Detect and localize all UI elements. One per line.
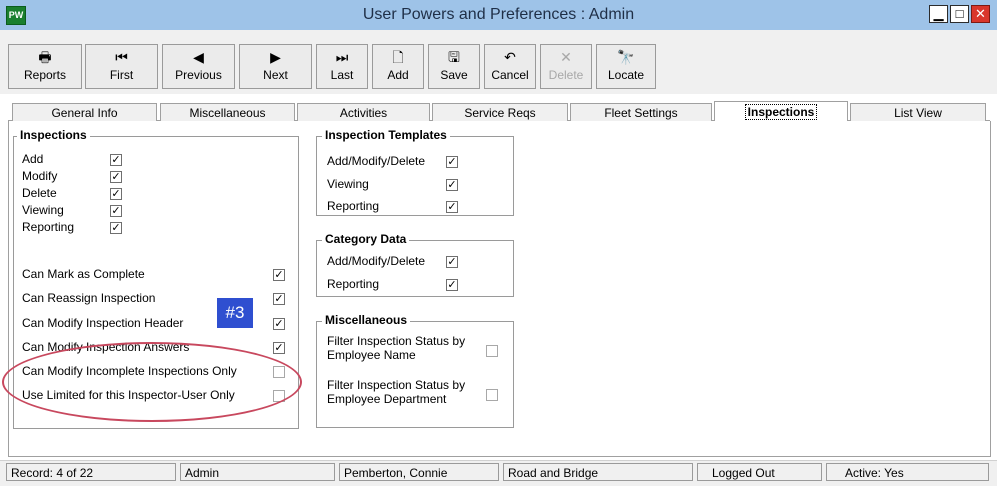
binoculars-icon: 🔭 <box>617 49 635 65</box>
previous-button-label: Previous <box>175 68 222 82</box>
can-modify-inspection-answers-checkbox[interactable]: ✓ <box>273 342 285 354</box>
templates-viewing-label: Viewing <box>327 177 369 191</box>
misc-filter-label: Filter Inspection Status by <box>327 378 466 392</box>
previous-record-icon: ◀ <box>193 49 204 65</box>
tab-fleet-settings[interactable]: Fleet Settings <box>570 103 712 121</box>
filter-by-employee-department-checkbox[interactable] <box>486 389 498 401</box>
status-login-state: Logged Out <box>697 463 822 481</box>
status-active-flag: Active: Yes <box>826 463 989 481</box>
minimize-button[interactable]: ▁ <box>929 5 948 23</box>
next-button[interactable]: ▶ Next <box>239 44 312 89</box>
tab-label: General Info <box>51 106 118 120</box>
inspection-templates-group-title: Inspection Templates <box>322 128 450 142</box>
status-employee: Pemberton, Connie <box>339 463 499 481</box>
annotation-badge: #3 <box>217 298 253 328</box>
close-button[interactable]: ✕ <box>971 5 990 23</box>
first-button-label: First <box>109 68 134 82</box>
category-add-modify-delete-checkbox[interactable]: ✓ <box>446 256 458 268</box>
add-button[interactable]: 🗋 Add <box>372 44 424 89</box>
inspections-viewing-checkbox[interactable]: ✓ <box>110 205 122 217</box>
status-record-count: Record: 4 of 22 <box>6 463 176 481</box>
inspections-delete-label: Delete <box>22 186 57 200</box>
misc-filter-label-line2: Employee Department <box>327 392 447 406</box>
tab-label: Inspections <box>744 104 818 120</box>
tab-label: List View <box>894 106 942 120</box>
last-record-icon: ⏭ <box>335 49 349 65</box>
delete-button[interactable]: ✕ Delete <box>540 44 592 89</box>
tab-miscellaneous[interactable]: Miscellaneous <box>160 103 295 121</box>
cancel-button[interactable]: ↶ Cancel <box>484 44 536 89</box>
category-reporting-label: Reporting <box>327 277 380 291</box>
reports-button[interactable]: 🖶 Reports <box>8 44 82 89</box>
can-mark-as-complete-label: Can Mark as Complete <box>22 267 145 281</box>
tab-service-reqs[interactable]: Service Reqs <box>432 103 568 121</box>
inspections-reporting-checkbox[interactable]: ✓ <box>110 222 122 234</box>
can-reassign-inspection-checkbox[interactable]: ✓ <box>273 293 285 305</box>
templates-reporting-label: Reporting <box>327 199 380 213</box>
previous-button[interactable]: ◀ Previous <box>162 44 235 89</box>
inspections-group-title: Inspections <box>17 128 90 142</box>
last-button-label: Last <box>330 68 354 82</box>
tab-activities[interactable]: Activities <box>297 103 430 121</box>
can-modify-inspection-header-label: Can Modify Inspection Header <box>22 316 184 330</box>
can-modify-inspection-header-checkbox[interactable]: ✓ <box>273 318 285 330</box>
category-reporting-checkbox[interactable]: ✓ <box>446 279 458 291</box>
inspections-modify-label: Modify <box>22 169 58 183</box>
tab-label: Service Reqs <box>464 106 536 120</box>
annotation-highlight-ellipse <box>2 342 302 422</box>
inspections-add-label: Add <box>22 152 44 166</box>
save-button-label: Save <box>440 68 468 82</box>
tab-label: Fleet Settings <box>604 106 678 120</box>
new-document-icon: 🗋 <box>392 49 404 65</box>
inspections-delete-checkbox[interactable]: ✓ <box>110 188 122 200</box>
delete-button-label: Delete <box>548 68 584 82</box>
templates-add-modify-delete-label: Add/Modify/Delete <box>327 154 426 168</box>
maximize-button[interactable]: □ <box>950 5 969 23</box>
next-record-icon: ▶ <box>270 49 281 65</box>
first-record-icon: ⏮ <box>115 49 128 65</box>
tab-inspections[interactable]: Inspections <box>714 101 848 122</box>
templates-reporting-checkbox[interactable]: ✓ <box>446 201 458 213</box>
inspections-modify-checkbox[interactable]: ✓ <box>110 171 122 183</box>
last-button[interactable]: ⏭ Last <box>316 44 368 89</box>
tab-label: Activities <box>339 106 388 120</box>
miscellaneous-group-title: Miscellaneous <box>322 313 411 327</box>
inspections-add-checkbox[interactable]: ✓ <box>110 154 122 166</box>
next-button-label: Next <box>263 68 288 82</box>
delete-x-icon: ✕ <box>560 49 572 65</box>
tab-general-info[interactable]: General Info <box>12 103 157 121</box>
status-department: Road and Bridge <box>503 463 693 481</box>
floppy-disk-icon: 🖫 <box>448 49 460 65</box>
window-title: User Powers and Preferences : Admin <box>362 6 635 23</box>
misc-filter-label-line2: Employee Name <box>327 348 416 362</box>
can-mark-as-complete-checkbox[interactable]: ✓ <box>273 269 285 281</box>
status-user: Admin <box>180 463 335 481</box>
inspections-reporting-label: Reporting <box>22 220 75 234</box>
reports-button-label: Reports <box>23 68 67 82</box>
templates-viewing-checkbox[interactable]: ✓ <box>446 179 458 191</box>
inspections-viewing-label: Viewing <box>22 203 64 217</box>
category-add-modify-delete-label: Add/Modify/Delete <box>327 254 426 268</box>
locate-button[interactable]: 🔭 Locate <box>596 44 656 89</box>
category-data-group-title: Category Data <box>322 232 410 246</box>
save-button[interactable]: 🖫 Save <box>428 44 480 89</box>
printer-icon: 🖶 <box>38 49 52 65</box>
tab-list-view[interactable]: List View <box>850 103 986 121</box>
misc-filter-label: Filter Inspection Status by <box>327 334 466 348</box>
templates-add-modify-delete-checkbox[interactable]: ✓ <box>446 156 458 168</box>
add-button-label: Add <box>387 68 409 82</box>
can-reassign-inspection-label: Can Reassign Inspection <box>22 291 156 305</box>
cancel-button-label: Cancel <box>491 68 529 82</box>
undo-icon: ↶ <box>504 49 516 65</box>
tab-label: Miscellaneous <box>189 106 266 120</box>
first-button[interactable]: ⏮ First <box>85 44 158 89</box>
locate-button-label: Locate <box>607 68 645 82</box>
filter-by-employee-name-checkbox[interactable] <box>486 345 498 357</box>
